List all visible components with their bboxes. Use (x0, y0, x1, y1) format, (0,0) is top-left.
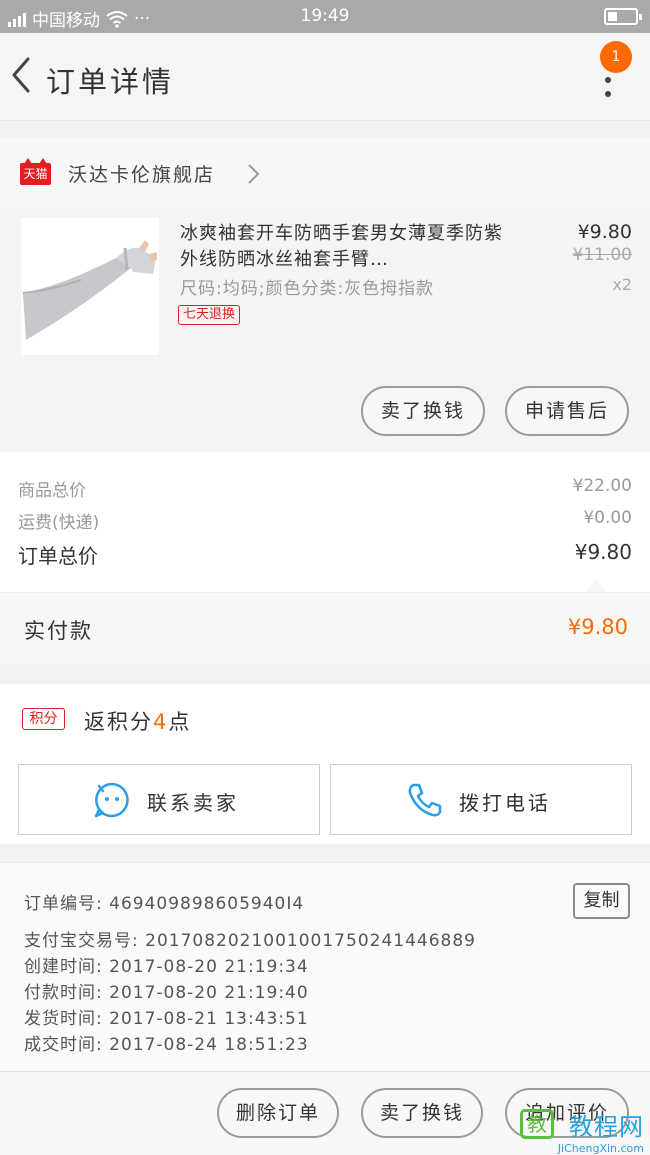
order-total-value: ¥9.80 (574, 540, 632, 564)
shipping-row: 运费(快递) ¥0.00 (18, 508, 632, 533)
points-prefix: 返积分 (84, 710, 153, 734)
contact-seller-label: 联系卖家 (147, 791, 239, 815)
points-suffix: 点 (168, 710, 192, 734)
call-phone-label: 拨打电话 (459, 791, 551, 815)
completed-time: 成交时间: 2017-08-24 18:51:23 (24, 1035, 309, 1055)
paid-time: 付款时间: 2017-08-20 21:19:40 (24, 983, 309, 1003)
site-watermark: 教 教程网 JiChengXin.com (520, 1107, 644, 1155)
page-title: 订单详情 (46, 65, 175, 99)
battery-icon (604, 8, 642, 25)
pointer-arrow (586, 579, 606, 592)
watermark-url: JiChengXin.com (557, 1142, 644, 1155)
shop-row[interactable]: 天猫 沃达卡伦旗舰店 (0, 138, 650, 209)
watermark-logo-icon: 教 (520, 1109, 554, 1139)
shipped-time: 发货时间: 2017-08-21 13:43:51 (24, 1009, 309, 1029)
nav-header: 订单详情 1 (0, 33, 650, 121)
shipping-value: ¥0.00 (583, 508, 632, 528)
subtotal-row: 商品总价 ¥22.00 (18, 476, 632, 501)
status-bar: 中国移动 ··· 19:49 (0, 0, 650, 33)
tmall-logo-icon: 天猫 (20, 158, 51, 185)
paid-value: ¥9.80 (567, 615, 628, 639)
status-time: 19:49 (300, 6, 350, 26)
product-image[interactable] (21, 218, 159, 355)
order-info: 订单编号: 469409898605940I4 支付宝交易号: 20170820… (0, 862, 650, 1071)
paid-amount-row: 实付款 ¥9.80 (0, 592, 650, 664)
price-summary: 商品总价 ¥22.00 运费(快递) ¥0.00 订单总价 ¥9.80 (0, 452, 650, 592)
subtotal-value: ¥22.00 (572, 476, 632, 496)
points-tag: 积分 (22, 708, 65, 730)
alipay-trade-number: 支付宝交易号: 2017082021001001750241446889 (24, 931, 476, 951)
product-sku: 尺码:均码;颜色分类:灰色拇指款 (180, 279, 435, 299)
product-card[interactable]: 冰爽袖套开车防晒手套男女薄夏季防紫外线防晒冰丝袖套手臂… 尺码:均码;颜色分类:… (0, 209, 650, 452)
points-text: 返积分4点 (84, 706, 191, 736)
contact-seller-button[interactable]: 联系卖家 (18, 764, 320, 835)
delete-order-button[interactable]: 删除订单 (217, 1088, 339, 1138)
shop-name: 沃达卡伦旗舰店 (68, 164, 216, 186)
copy-button[interactable]: 复制 (573, 883, 630, 919)
points-amount: 4 (153, 710, 169, 734)
call-phone-button[interactable]: 拨打电话 (330, 764, 632, 835)
product-original-price: ¥11.00 (572, 245, 632, 265)
order-number: 订单编号: 469409898605940I4 (24, 894, 305, 914)
product-price: ¥9.80 (577, 221, 632, 243)
paid-label: 实付款 (24, 619, 93, 643)
chevron-right-icon (248, 164, 260, 184)
after-sale-button[interactable]: 申请售后 (505, 386, 629, 436)
return-policy-tag: 七天退换 (178, 305, 241, 325)
order-total-label: 订单总价 (18, 544, 98, 568)
notification-badge: 1 (600, 41, 632, 73)
points-section: 积分 返积分4点 联系卖家 拨打电话 (0, 684, 650, 844)
product-title[interactable]: 冰爽袖套开车防晒手套男女薄夏季防紫外线防晒冰丝袖套手臂… (180, 221, 505, 273)
back-arrow-icon[interactable] (6, 53, 36, 97)
phone-icon (408, 783, 442, 817)
chat-bubble-icon (94, 782, 129, 818)
product-quantity: x2 (612, 275, 632, 294)
subtotal-label: 商品总价 (18, 481, 86, 501)
arm-sleeve-image (21, 218, 159, 355)
resell-bottom-button[interactable]: 卖了换钱 (361, 1088, 483, 1138)
resell-button[interactable]: 卖了换钱 (361, 386, 485, 436)
created-time: 创建时间: 2017-08-20 21:19:34 (24, 957, 309, 977)
shipping-label: 运费(快递) (18, 513, 100, 533)
order-total-row: 订单总价 ¥9.80 (18, 540, 632, 569)
